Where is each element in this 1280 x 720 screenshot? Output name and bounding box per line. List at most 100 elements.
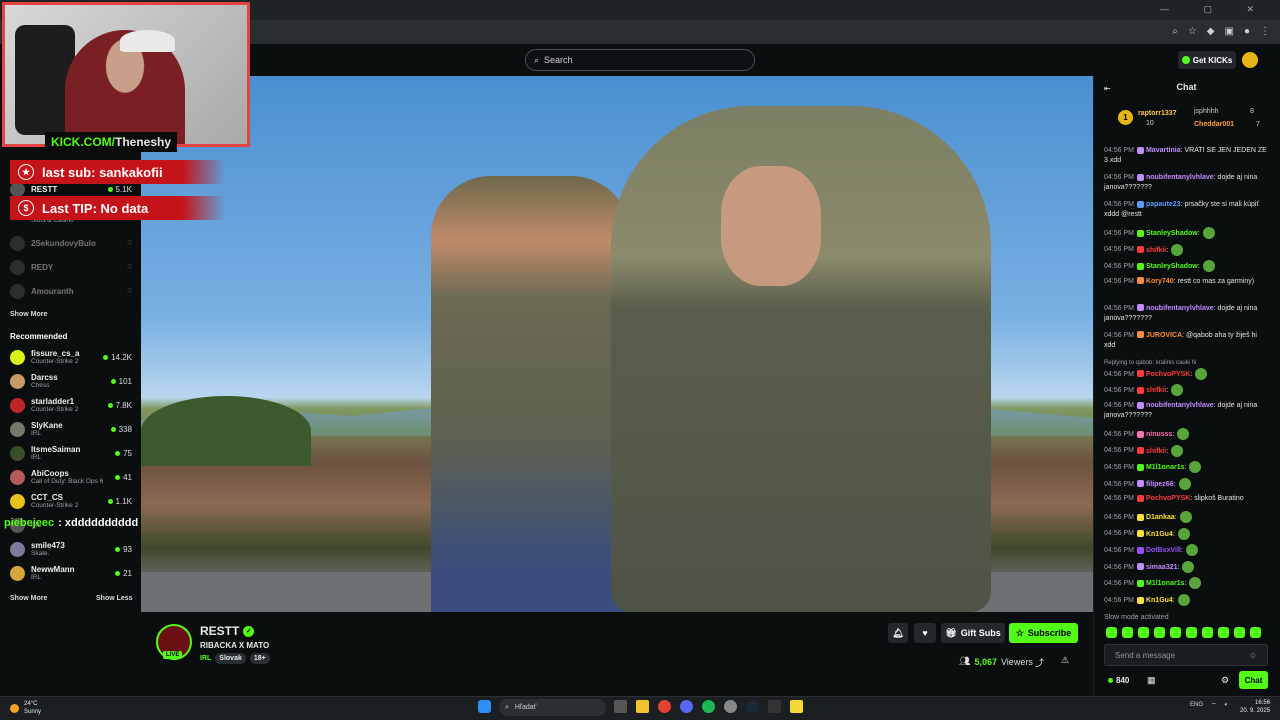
settings-gear-icon[interactable]: ⚙ <box>1221 675 1229 686</box>
kicks-balance[interactable]: 840 <box>1108 676 1129 685</box>
app-icon[interactable] <box>724 700 737 713</box>
chat-username[interactable]: ninusss <box>1146 431 1172 438</box>
recommended-channel-item[interactable]: CCT_CS Counter-Strike 2 1.1K <box>10 490 132 512</box>
chat-username[interactable]: noubifentanylvhlave <box>1146 174 1214 181</box>
chat-username[interactable]: M1l1onar1s <box>1146 580 1185 587</box>
emote-icon[interactable] <box>1202 627 1213 638</box>
send-chat-button[interactable]: Chat <box>1239 671 1268 689</box>
chat-username[interactable]: StanleyShadow <box>1146 230 1198 237</box>
leaderboard-second-name[interactable]: jsphhhh <box>1194 108 1219 115</box>
channel-name[interactable]: RESTT <box>200 624 239 638</box>
spotify-icon[interactable] <box>702 700 715 713</box>
get-kicks-button[interactable]: Get KICKs <box>1178 51 1236 69</box>
video-player[interactable] <box>141 76 1093 612</box>
tag-age[interactable]: 18+ <box>249 653 270 664</box>
leaderboard-first-name[interactable]: raptorr1337 <box>1138 110 1177 117</box>
leaderboard-third-name[interactable]: Cheddar001 <box>1194 121 1234 128</box>
chat-username[interactable]: papaute23 <box>1146 201 1181 208</box>
channel-text: AbiCoops Call of Duty: Black Ops 6 <box>31 469 109 485</box>
emote-icon[interactable] <box>1154 627 1165 638</box>
show-more-following[interactable]: Show More <box>10 311 47 318</box>
show-more-recommended[interactable]: Show More <box>10 595 47 602</box>
file-explorer-icon[interactable] <box>636 700 649 713</box>
chat-username[interactable]: filipez66 <box>1146 481 1174 488</box>
emoji-picker-icon[interactable]: ☺ <box>1249 651 1257 660</box>
search-input[interactable]: ⌕ Search <box>525 49 755 71</box>
chat-username[interactable]: shifkii <box>1146 447 1166 454</box>
chat-username[interactable]: Kn1Gu4 <box>1146 530 1173 537</box>
profile-icon[interactable]: ● <box>1244 26 1250 37</box>
volume-icon[interactable]: 🔈︎ <box>1225 702 1229 709</box>
chat-message: 04:56 PM simaa321: <box>1104 560 1270 573</box>
subscribe-button[interactable]: ☆ Subscribe <box>1009 623 1078 643</box>
zoom-icon[interactable]: ⌕ <box>1172 26 1178 37</box>
emote-icon[interactable] <box>1250 627 1261 638</box>
chat-username[interactable]: D1ankaa <box>1146 514 1175 521</box>
chat-message: 04:56 PM PochvoPYSK: slipkoš Buratino <box>1104 494 1270 504</box>
chat-username[interactable]: PochvoPYSK <box>1146 495 1190 502</box>
chat-username[interactable]: M1l1onar1s <box>1146 464 1185 471</box>
chrome-icon[interactable] <box>658 700 671 713</box>
chat-username[interactable]: JUROVICA <box>1146 332 1182 339</box>
chat-username[interactable]: Kory740 <box>1146 278 1174 285</box>
kebab-menu-icon[interactable]: ⋮ <box>1260 26 1270 37</box>
stream-category[interactable]: IRL <box>200 655 211 662</box>
emote-icon[interactable] <box>1106 627 1117 638</box>
chat-username[interactable]: PochvoPYSK <box>1146 371 1190 378</box>
chat-username[interactable]: DotBsxVill <box>1146 547 1181 554</box>
emote-icon[interactable] <box>1186 627 1197 638</box>
follow-button[interactable]: ♥ <box>914 623 936 643</box>
recommended-channel-item[interactable]: smile473 Skate. 93 <box>10 538 132 560</box>
recommended-channel-item[interactable]: NewwMann IRL 21 <box>10 562 132 584</box>
show-less-recommended[interactable]: Show Less <box>96 595 133 602</box>
wifi-icon[interactable]: ⌔ <box>1211 701 1217 709</box>
discord-icon[interactable] <box>680 700 693 713</box>
task-view-icon[interactable] <box>614 700 627 713</box>
recommended-channel-item[interactable]: Darcss Chess 101 <box>10 370 132 392</box>
emote-icon[interactable] <box>1138 627 1149 638</box>
channel-category: Counter-Strike 2 <box>31 406 79 413</box>
weather-widget[interactable]: 24°C Sunny <box>10 700 41 716</box>
taskbar-search[interactable]: ⌕ Hľadať <box>499 699 606 716</box>
share-icon[interactable]: ⤴ <box>1035 656 1044 669</box>
notification-bell-button[interactable]: 🔔︎ <box>888 623 908 643</box>
emote-icon[interactable] <box>1170 627 1181 638</box>
gift-subs-button[interactable]: 🎁︎ Gift Subs <box>941 623 1005 643</box>
chat-username[interactable]: Kn1Gu4 <box>1146 597 1173 604</box>
weather-desc: Sunny <box>24 709 42 715</box>
emote-icon[interactable] <box>1122 627 1133 638</box>
chat-username[interactable]: noubifentanylvhlave <box>1146 402 1214 409</box>
recommended-channel-item[interactable]: fissure_cs_a Counter-Strike 2 14.2K <box>10 346 132 368</box>
tag-language[interactable]: Slovak <box>215 653 246 664</box>
chat-username[interactable]: Mavartinia <box>1146 147 1181 154</box>
calendar-icon[interactable]: ▦ <box>1147 675 1156 686</box>
chat-username[interactable]: shifkii <box>1146 246 1166 253</box>
chat-username[interactable]: simaa321 <box>1146 564 1178 571</box>
recommended-channel-item[interactable]: starladder1 Counter-Strike 2 7.8K <box>10 394 132 416</box>
chat-username[interactable]: shifkii <box>1146 387 1166 394</box>
emote-icon[interactable] <box>1234 627 1245 638</box>
sidebar-channel-item[interactable]: 2SekundovyBulo ⦸ <box>10 232 132 254</box>
epic-games-icon[interactable] <box>768 700 781 713</box>
report-icon[interactable]: ⚠ <box>1061 655 1069 666</box>
puzzle-icon[interactable]: ▣ <box>1225 26 1234 37</box>
bookmark-star-icon[interactable]: ☆ <box>1188 26 1197 37</box>
chat-username[interactable]: noubifentanylvhlave <box>1146 305 1214 312</box>
recommended-channel-item[interactable]: ItsmeSaiman IRL 75 <box>10 442 132 464</box>
user-avatar[interactable] <box>1242 52 1258 68</box>
chat-text: : <box>1174 513 1177 521</box>
sidebar-channel-item[interactable]: REDY ⦸ <box>10 256 132 278</box>
extension-icon[interactable]: ◆ <box>1207 26 1215 37</box>
sidebar-channel-item[interactable]: Amouranth ⦸ <box>10 280 132 302</box>
windows-start-icon[interactable] <box>478 700 491 713</box>
chat-username[interactable]: StanleyShadow <box>1146 263 1198 270</box>
taskbar-clock[interactable]: 16:56 20. 9. 2025 <box>1240 699 1270 715</box>
tray-lang[interactable]: ENG <box>1190 702 1203 708</box>
emote-icon[interactable] <box>1218 627 1229 638</box>
steam-icon[interactable] <box>746 700 759 713</box>
chat-message-input[interactable]: Send a message ☺ <box>1104 644 1268 666</box>
recommended-channel-item[interactable]: AbiCoops Call of Duty: Black Ops 6 41 <box>10 466 132 488</box>
notes-icon[interactable] <box>790 700 803 713</box>
window-controls[interactable]: — ▢ ✕ <box>1160 4 1270 15</box>
recommended-channel-item[interactable]: SlyKane IRL 338 <box>10 418 132 440</box>
